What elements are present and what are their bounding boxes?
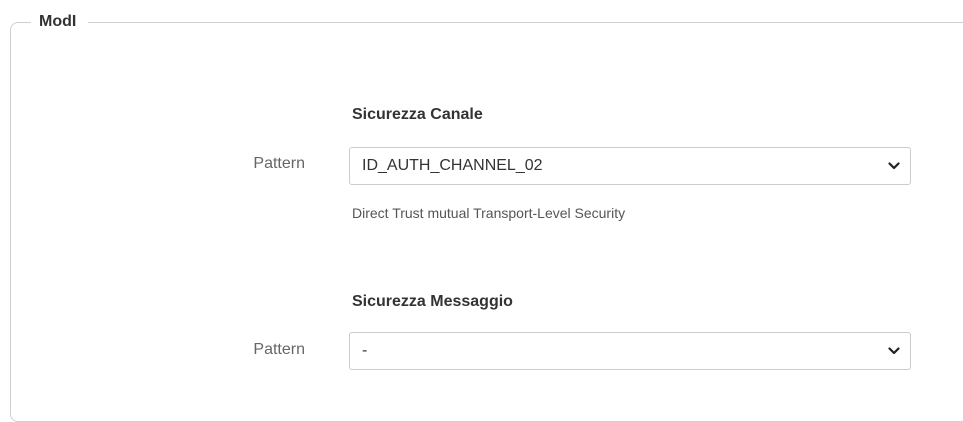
message-security-title: Sicurezza Messaggio [352,293,513,310]
channel-pattern-value: ID_AUTH_CHANNEL_02 [362,157,543,174]
channel-pattern-help: Direct Trust mutual Transport-Level Secu… [352,205,626,221]
message-pattern-select[interactable]: - [349,332,911,370]
chevron-down-icon [888,347,900,355]
chevron-down-icon [888,162,900,170]
message-pattern-value: - [362,342,368,359]
message-pattern-label: Pattern [253,341,305,358]
channel-security-title: Sicurezza Canale [352,106,483,123]
fieldset-legend: ModI [31,11,89,33]
channel-pattern-select[interactable]: ID_AUTH_CHANNEL_02 [349,147,911,185]
channel-pattern-label: Pattern [253,155,305,172]
